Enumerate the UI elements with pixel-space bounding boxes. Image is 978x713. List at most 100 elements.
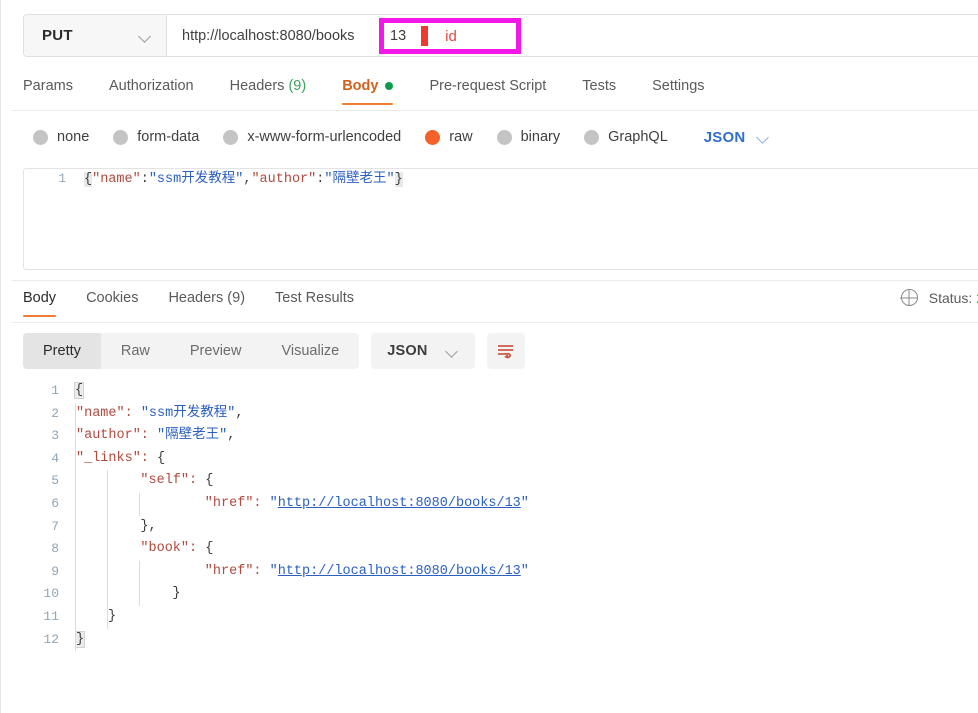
- view-mode-raw[interactable]: Raw: [101, 333, 170, 369]
- indent-guide: [107, 605, 108, 629]
- response-body-line: 3 "author": "隔壁老王",: [1, 425, 978, 448]
- response-tab-headers-label: Headers: [168, 290, 224, 306]
- tab-headers[interactable]: Headers (9): [230, 74, 307, 105]
- response-format-select[interactable]: JSON: [371, 333, 475, 369]
- indent-guide: [107, 583, 108, 606]
- line-number: 6: [51, 495, 59, 511]
- tab-settings[interactable]: Settings: [652, 74, 704, 105]
- indent-guide: [139, 560, 140, 584]
- json-token: }: [108, 608, 117, 624]
- line-number: 7: [51, 518, 59, 534]
- response-view-toolbar: Pretty Raw Preview Visualize JSON: [23, 333, 525, 369]
- view-mode-preview[interactable]: Preview: [170, 333, 262, 369]
- line-number: 11: [43, 608, 59, 624]
- response-section-divider: [12, 280, 978, 281]
- json-token: "author":: [76, 428, 158, 444]
- body-type-form-data[interactable]: form-data: [113, 129, 199, 145]
- line-number: 3: [51, 428, 59, 444]
- radio-form-data-icon: [113, 129, 129, 145]
- json-token: "book":: [108, 541, 206, 557]
- url-input[interactable]: http://localhost:8080/books: [167, 15, 978, 56]
- indent-guide: [75, 470, 76, 493]
- globe-icon: [900, 289, 918, 306]
- json-token: ": [269, 495, 278, 511]
- request-body-editor[interactable]: 1 {"name":"ssm开发教程","author":"隔壁老王"}: [23, 168, 978, 270]
- response-view-mode-group: Pretty Raw Preview Visualize: [23, 333, 360, 369]
- response-body-viewer[interactable]: 1{2 "name": "ssm开发教程", 3 "author": "隔壁老王", 4…: [1, 380, 978, 680]
- body-type-graphql[interactable]: GraphQL: [584, 129, 668, 145]
- request-tabs-divider: [12, 110, 978, 111]
- chevron-down-icon: [757, 133, 770, 141]
- tab-authorization-label: Authorization: [108, 78, 194, 94]
- response-body-code: "author": "隔壁老王",: [75, 425, 235, 448]
- indent-guide: [75, 515, 76, 539]
- tab-body[interactable]: Body: [342, 74, 394, 105]
- tab-tests[interactable]: Tests: [582, 74, 616, 105]
- view-mode-raw-label: Raw: [120, 343, 150, 359]
- response-body-line: 2 "name": "ssm开发教程",: [1, 402, 978, 426]
- radio-urlencoded-icon: [223, 129, 239, 145]
- response-body-line: 10 }: [1, 583, 978, 606]
- response-body-line: 9 "href": "http://localhost:8080/books/1…: [1, 560, 978, 584]
- json-key-author: "author": [251, 172, 317, 187]
- chevron-down-icon: [139, 32, 152, 40]
- tab-params-label: Params: [23, 78, 73, 94]
- json-close-brace: }: [394, 172, 403, 187]
- view-mode-visualize[interactable]: Visualize: [261, 333, 359, 369]
- tab-headers-label: Headers: [229, 78, 285, 94]
- view-mode-pretty[interactable]: Pretty: [23, 333, 101, 369]
- body-type-binary[interactable]: binary: [496, 129, 561, 145]
- status-badge: Status: 2: [929, 290, 978, 306]
- radio-binary-icon: [496, 129, 512, 145]
- indent-guide: [107, 560, 108, 584]
- http-method-label: PUT: [42, 27, 73, 44]
- body-type-none-label: none: [57, 129, 90, 145]
- http-method-select[interactable]: PUT: [24, 15, 167, 56]
- body-type-none[interactable]: none: [33, 129, 89, 145]
- tab-headers-count: (9): [288, 78, 307, 94]
- indent-guide: [75, 447, 76, 471]
- tab-authorization[interactable]: Authorization: [109, 74, 194, 105]
- request-tabs: Params Authorization Headers (9) Body Pr…: [23, 74, 978, 111]
- tab-params[interactable]: Params: [23, 74, 73, 105]
- json-token: "ssm开发教程": [140, 405, 236, 421]
- json-token: "href":: [140, 563, 270, 579]
- response-tab-body[interactable]: Body: [23, 288, 57, 317]
- response-tab-test-results[interactable]: Test Results: [275, 288, 354, 317]
- indent-guide: [139, 583, 140, 606]
- response-body-line: 4 "_links": {: [1, 447, 978, 471]
- indent-guide: [107, 470, 108, 493]
- indent-guide: [139, 492, 140, 516]
- json-token: "_links":: [76, 450, 158, 466]
- json-token: ": [269, 563, 278, 579]
- response-tab-headers[interactable]: Headers (9): [168, 288, 245, 317]
- response-body-line: 5 "self": {: [1, 470, 978, 493]
- wrap-text-button[interactable]: [486, 333, 525, 369]
- json-token: ": [520, 563, 529, 579]
- body-type-form-data-label: form-data: [137, 129, 200, 145]
- response-link[interactable]: http://localhost:8080/books/13: [278, 496, 521, 511]
- raw-format-select[interactable]: JSON: [704, 129, 771, 146]
- json-token: }: [140, 586, 181, 602]
- annotation-caret-icon: [421, 26, 429, 46]
- raw-format-label: JSON: [703, 128, 746, 146]
- body-type-urlencoded[interactable]: x-www-form-urlencoded: [223, 129, 401, 145]
- json-value-name: "ssm开发教程": [148, 172, 244, 187]
- response-tab-cookies[interactable]: Cookies: [86, 288, 138, 317]
- tab-pre-request-script-label: Pre-request Script: [429, 78, 547, 94]
- response-body-code: }: [75, 605, 117, 629]
- response-body-code: "href": "http://localhost:8080/books/13": [75, 492, 529, 516]
- response-tabs: Body Cookies Headers (9) Test Results: [23, 288, 384, 317]
- tab-pre-request-script[interactable]: Pre-request Script: [429, 74, 546, 105]
- tab-tests-label: Tests: [582, 78, 617, 94]
- indent-guide: [75, 583, 76, 606]
- response-tab-body-label: Body: [23, 290, 57, 306]
- body-type-graphql-label: GraphQL: [608, 129, 668, 145]
- line-number: 5: [51, 473, 59, 489]
- indent-guide: [75, 538, 76, 561]
- body-type-binary-label: binary: [520, 129, 561, 145]
- response-link[interactable]: http://localhost:8080/books/13: [278, 564, 521, 579]
- json-token: ,: [235, 405, 244, 421]
- wrap-text-icon: [498, 345, 514, 359]
- body-type-raw[interactable]: raw: [425, 129, 473, 145]
